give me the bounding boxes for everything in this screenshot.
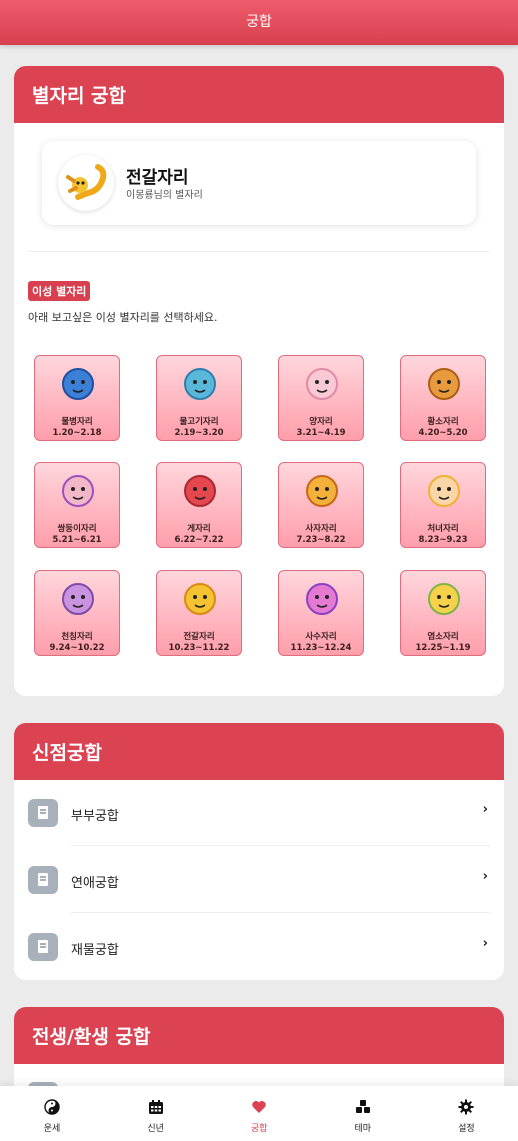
zodiac-tile-sagittarius[interactable]: 사수자리 11.23~12.24	[278, 570, 364, 656]
zodiac-tile-virgo[interactable]: 처녀자리 8.23~9.23	[400, 462, 486, 548]
sagittarius-icon	[301, 577, 343, 617]
zodiac-name: 사자자리	[305, 524, 337, 534]
shinjeom-item-label: 부부궁합	[71, 809, 119, 824]
calendar-icon	[148, 1099, 164, 1115]
tab-label: 설정	[458, 1124, 475, 1134]
zodiac-name: 물고기자리	[179, 417, 219, 427]
zodiac-dates: 12.25~1.19	[415, 643, 471, 653]
shinjeom-card: 신점궁합 부부궁합 › 연애궁합 › 재물궁합 ›	[14, 723, 504, 980]
shinjeom-item[interactable]: 재물궁합 ›	[14, 914, 504, 980]
zodiac-name: 천칭자리	[61, 632, 93, 642]
shinjeom-item-label: 연애궁합	[71, 876, 119, 891]
heart-icon	[251, 1099, 267, 1115]
zodiac-dates: 5.21~6.21	[52, 535, 102, 545]
zodiac-dates: 3.21~4.19	[296, 428, 346, 438]
document-icon	[28, 866, 58, 894]
page-title: 궁합	[246, 14, 272, 30]
zodiac-name: 쌍둥이자리	[57, 524, 97, 534]
zodiac-dates: 1.20~2.18	[52, 428, 102, 438]
cubes-icon	[355, 1099, 371, 1115]
app-header: 궁합	[0, 0, 518, 45]
zodiac-dates: 11.23~12.24	[290, 643, 352, 653]
tab-label: 테마	[354, 1124, 372, 1134]
zodiac-tile-gemini[interactable]: 쌍둥이자리 5.21~6.21	[34, 462, 120, 548]
gear-icon	[458, 1099, 474, 1115]
cancer-icon	[179, 469, 221, 509]
my-sign-subtitle: 이몽룡님의 별자리	[126, 190, 203, 201]
document-icon	[28, 799, 58, 827]
zodiac-dates: 4.20~5.20	[418, 428, 468, 438]
shinjeom-item[interactable]: 부부궁합 ›	[14, 780, 504, 846]
zodiac-name: 사수자리	[305, 632, 337, 642]
leo-icon	[301, 469, 343, 509]
divider	[71, 845, 490, 846]
zodiac-tile-cancer[interactable]: 게자리 6.22~7.22	[156, 462, 242, 548]
instruction-text: 아래 보고싶은 이성 별자리를 선택하세요.	[28, 311, 218, 324]
zodiac-name: 염소자리	[427, 632, 459, 642]
zodiac-name: 양자리	[309, 417, 333, 427]
yin-yang-icon	[44, 1099, 60, 1115]
document-icon	[28, 933, 58, 961]
aries-icon	[301, 362, 343, 402]
virgo-icon	[423, 469, 465, 509]
taurus-icon	[423, 362, 465, 402]
zodiac-name: 물병자리	[61, 417, 93, 427]
zodiac-name: 게자리	[187, 524, 211, 534]
chevron-right-icon: ›	[482, 936, 488, 951]
zodiac-dates: 7.23~8.22	[296, 535, 346, 545]
zodiac-name: 전갈자리	[183, 632, 215, 642]
tab-calendar[interactable]: 신년	[104, 1086, 208, 1141]
zodiac-tile-taurus[interactable]: 황소자리 4.20~5.20	[400, 355, 486, 441]
shinjeom-item[interactable]: 연애궁합 ›	[14, 847, 504, 913]
tab-cubes[interactable]: 테마	[311, 1086, 415, 1141]
zodiac-tile-pisces[interactable]: 물고기자리 2.19~3.20	[156, 355, 242, 441]
zodiac-tile-leo[interactable]: 사자자리 7.23~8.22	[278, 462, 364, 548]
zodiac-tile-aquarius[interactable]: 물병자리 1.20~2.18	[34, 355, 120, 441]
chevron-right-icon: ›	[482, 802, 488, 817]
scorpio-avatar-icon	[58, 155, 114, 211]
opposite-sign-badge: 이성 별자리	[28, 281, 91, 301]
past-life-card-title: 전생/환생 궁합	[14, 1007, 504, 1064]
zodiac-compatibility-card: 별자리 궁합 전갈자리 이몽룡님의 별자리 이성 별자리 아래 보고싶은 이성 …	[14, 66, 504, 696]
aquarius-icon	[57, 362, 99, 402]
shinjeom-card-title: 신점궁합	[14, 723, 504, 780]
tab-yin-yang[interactable]: 운세	[0, 1086, 104, 1141]
tab-label: 운세	[43, 1124, 61, 1134]
zodiac-tile-libra[interactable]: 천칭자리 9.24~10.22	[34, 570, 120, 656]
zodiac-tile-scorpio[interactable]: 전갈자리 10.23~11.22	[156, 570, 242, 656]
chevron-right-icon: ›	[482, 869, 488, 884]
divider	[71, 912, 490, 913]
zodiac-dates: 9.24~10.22	[49, 643, 105, 653]
zodiac-dates: 6.22~7.22	[174, 535, 224, 545]
tab-gear[interactable]: 설정	[414, 1086, 518, 1141]
pisces-icon	[179, 362, 221, 402]
zodiac-card-title: 별자리 궁합	[14, 66, 504, 123]
capricorn-icon	[423, 577, 465, 617]
gemini-icon	[57, 469, 99, 509]
zodiac-tile-capricorn[interactable]: 염소자리 12.25~1.19	[400, 570, 486, 656]
divider	[28, 251, 490, 252]
bottom-tab-bar: 운세 신년 궁합 테마 설정	[0, 1086, 518, 1141]
zodiac-dates: 2.19~3.20	[174, 428, 224, 438]
zodiac-dates: 10.23~11.22	[168, 643, 230, 653]
tab-heart[interactable]: 궁합	[207, 1086, 311, 1141]
zodiac-dates: 8.23~9.23	[418, 535, 468, 545]
zodiac-tile-aries[interactable]: 양자리 3.21~4.19	[278, 355, 364, 441]
my-sign-panel: 전갈자리 이몽룡님의 별자리	[42, 141, 476, 225]
my-sign-name: 전갈자리	[126, 168, 189, 188]
zodiac-name: 처녀자리	[427, 524, 459, 534]
libra-icon	[57, 577, 99, 617]
tab-label: 궁합	[250, 1124, 268, 1134]
zodiac-name: 황소자리	[427, 417, 459, 427]
scorpio-icon	[179, 577, 221, 617]
shinjeom-item-label: 재물궁합	[71, 943, 119, 958]
tab-label: 신년	[147, 1124, 164, 1134]
